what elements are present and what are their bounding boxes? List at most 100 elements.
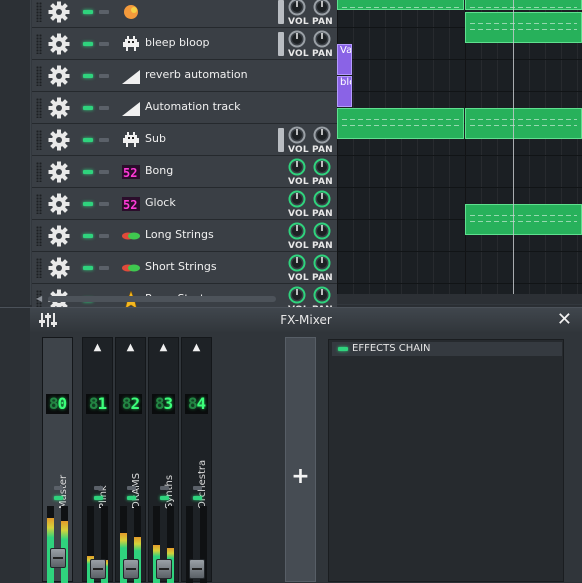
gear-icon[interactable] — [48, 193, 70, 215]
fx-channel-strip[interactable]: ▲ 83 Synths — [148, 337, 179, 583]
gear-icon[interactable] — [48, 225, 70, 247]
solo-led[interactable] — [99, 74, 109, 78]
track-name[interactable]: Bong — [145, 164, 173, 177]
solo-led[interactable] — [94, 486, 103, 490]
track-name[interactable]: Short Strings — [145, 260, 217, 273]
mute-led[interactable] — [83, 42, 93, 46]
volume-knob[interactable] — [288, 158, 306, 176]
track-name[interactable]: Glock — [145, 196, 176, 209]
track-volume-slider[interactable] — [278, 128, 284, 152]
drag-handle[interactable] — [36, 194, 42, 214]
track-row[interactable]: VOL PAN — [32, 0, 337, 28]
drag-handle[interactable] — [36, 66, 42, 86]
drag-handle[interactable] — [36, 162, 42, 182]
master-channel-strip[interactable]: 80 Master — [42, 337, 73, 583]
volume-knob[interactable] — [288, 0, 306, 16]
send-arrow-icon[interactable]: ▲ — [83, 342, 112, 353]
mute-led[interactable] — [160, 496, 169, 500]
scrollbar-thumb[interactable] — [48, 296, 276, 302]
pattern-clip[interactable] — [465, 108, 582, 139]
track-name[interactable]: Long Strings — [145, 228, 214, 241]
effects-chain-header[interactable]: EFFECTS CHAIN — [332, 342, 562, 356]
track-name[interactable]: Automation track — [145, 100, 241, 113]
solo-led[interactable] — [54, 486, 63, 490]
gear-icon[interactable] — [48, 97, 70, 119]
solo-led[interactable] — [127, 486, 136, 490]
pattern-clip[interactable] — [337, 0, 464, 10]
mute-led[interactable] — [83, 138, 93, 142]
track-row[interactable]: Long Strings VOL PAN — [32, 220, 337, 252]
pattern-clip[interactable] — [465, 0, 582, 10]
track-row[interactable]: Sub VOL PAN — [32, 124, 337, 156]
pan-knob[interactable] — [313, 126, 331, 144]
song-grid[interactable]: Vable — [337, 0, 582, 316]
track-row[interactable]: Automation track — [32, 92, 337, 124]
drag-handle[interactable] — [36, 258, 42, 278]
pan-knob[interactable] — [313, 0, 331, 16]
drag-handle[interactable] — [36, 226, 42, 246]
track-list-scrollbar[interactable]: ◀ — [36, 294, 280, 304]
track-row[interactable]: 52 Bong VOL PAN — [32, 156, 337, 188]
track-name[interactable]: Sub — [145, 132, 166, 145]
mute-led[interactable] — [83, 170, 93, 174]
pan-knob[interactable] — [313, 158, 331, 176]
send-arrow-icon[interactable]: ▲ — [182, 342, 211, 353]
mute-led[interactable] — [83, 106, 93, 110]
solo-led[interactable] — [99, 42, 109, 46]
pan-knob[interactable] — [313, 30, 331, 48]
fx-channel-strip[interactable]: ▲ 81 Plink — [82, 337, 113, 583]
add-channel-button[interactable]: + — [285, 337, 316, 582]
send-arrow-icon[interactable]: ▲ — [116, 342, 145, 353]
channel-fader[interactable] — [156, 559, 172, 579]
track-row[interactable]: reverb automation — [32, 60, 337, 92]
solo-led[interactable] — [99, 202, 109, 206]
track-name[interactable]: bleep bloop — [145, 36, 210, 49]
track-volume-slider[interactable] — [278, 0, 284, 24]
effects-chain-led[interactable] — [338, 347, 348, 351]
drag-handle[interactable] — [36, 130, 42, 150]
drag-handle[interactable] — [36, 34, 42, 54]
solo-led[interactable] — [99, 266, 109, 270]
pan-knob[interactable] — [313, 222, 331, 240]
gear-icon[interactable] — [48, 1, 70, 23]
volume-knob[interactable] — [288, 286, 306, 304]
volume-knob[interactable] — [288, 126, 306, 144]
volume-knob[interactable] — [288, 254, 306, 272]
solo-led[interactable] — [99, 138, 109, 142]
gear-icon[interactable] — [48, 129, 70, 151]
track-volume-slider[interactable] — [278, 32, 284, 56]
pattern-clip[interactable] — [465, 204, 582, 235]
track-row[interactable]: Short Strings VOL PAN — [32, 252, 337, 284]
gear-icon[interactable] — [48, 65, 70, 87]
pan-knob[interactable] — [313, 190, 331, 208]
track-row[interactable]: bleep bloop VOL PAN — [32, 28, 337, 60]
pattern-clip[interactable] — [337, 108, 464, 139]
volume-knob[interactable] — [288, 190, 306, 208]
mute-led[interactable] — [83, 266, 93, 270]
channel-fader[interactable] — [123, 559, 139, 579]
scroll-left-icon[interactable]: ◀ — [36, 294, 42, 303]
mute-led[interactable] — [193, 496, 202, 500]
solo-led[interactable] — [99, 106, 109, 110]
drag-handle[interactable] — [36, 98, 42, 118]
close-icon[interactable]: ✕ — [557, 309, 572, 330]
song-grid-scrollbar[interactable] — [337, 294, 582, 304]
mute-led[interactable] — [83, 74, 93, 78]
playhead[interactable] — [513, 0, 514, 294]
mute-led[interactable] — [127, 496, 136, 500]
solo-led[interactable] — [99, 234, 109, 238]
automation-clip[interactable]: ble — [337, 76, 352, 107]
fx-channel-strip[interactable]: ▲ 84 Orchestra — [181, 337, 212, 583]
pan-knob[interactable] — [313, 286, 331, 304]
automation-clip[interactable]: Va — [337, 44, 352, 75]
track-name[interactable]: reverb automation — [145, 68, 248, 81]
pattern-clip[interactable] — [465, 12, 582, 43]
volume-knob[interactable] — [288, 222, 306, 240]
mute-led[interactable] — [83, 202, 93, 206]
channel-fader[interactable] — [189, 559, 205, 579]
drag-handle[interactable] — [36, 2, 42, 22]
track-row[interactable]: 52 Glock VOL PAN — [32, 188, 337, 220]
solo-led[interactable] — [193, 486, 202, 490]
channel-fader[interactable] — [90, 559, 106, 579]
fx-channel-strip[interactable]: ▲ 82 DRAMS — [115, 337, 146, 583]
